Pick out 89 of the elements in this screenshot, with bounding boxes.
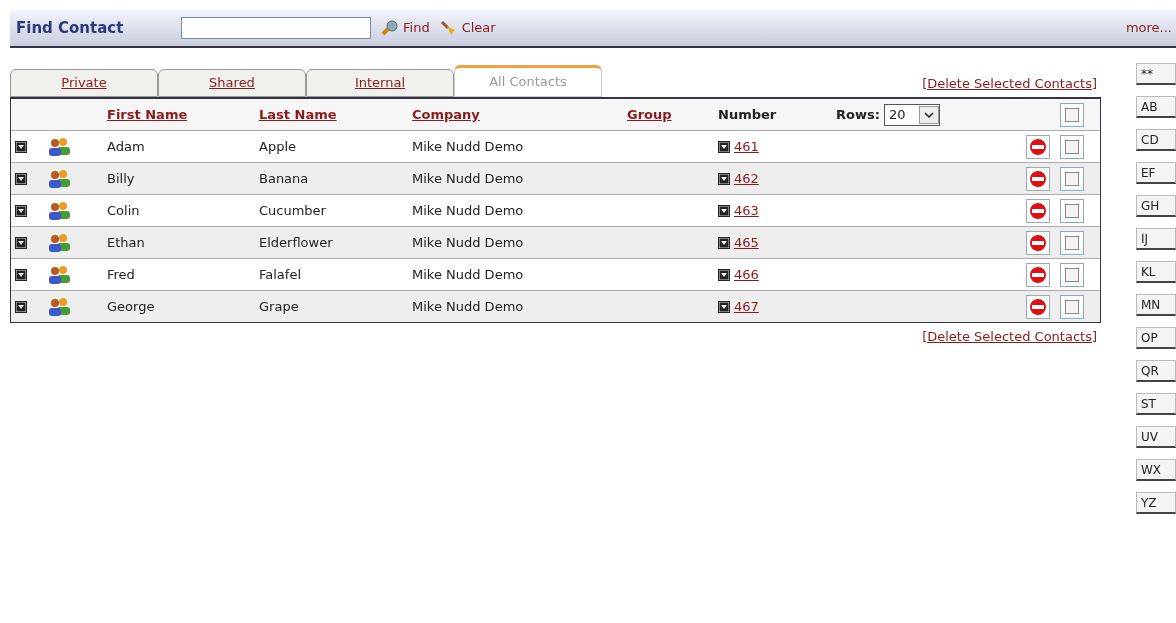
letter-filter-button[interactable]: ** — [1136, 63, 1176, 85]
letter-filter-button[interactable]: MN — [1136, 294, 1176, 316]
column-header: Number — [718, 105, 778, 124]
people-icon — [47, 264, 71, 285]
table-cell-text: Cucumber — [259, 201, 327, 220]
checkbox[interactable] — [1060, 134, 1084, 159]
number-link[interactable]: 467 — [734, 296, 759, 317]
table-cell-text: Colin — [107, 201, 141, 220]
number-link[interactable]: 462 — [734, 168, 759, 189]
rows-label: Rows: — [836, 105, 880, 124]
letter-filter-button[interactable]: UV — [1136, 426, 1176, 448]
checkbox[interactable] — [1060, 198, 1084, 223]
checkbox[interactable] — [1060, 294, 1084, 319]
number-link[interactable]: 466 — [734, 264, 759, 285]
table-cell-text: Billy — [107, 169, 136, 188]
clear-button[interactable]: Clear — [439, 18, 496, 38]
delete-icon[interactable] — [1026, 166, 1050, 191]
number-link[interactable]: 465 — [734, 232, 759, 253]
search-title: Find Contact — [16, 17, 125, 39]
broom-icon — [439, 20, 458, 36]
table-cell-text: Apple — [259, 137, 297, 156]
table-cell-text: Mike Nudd Demo — [412, 137, 525, 156]
delete-selected-link[interactable]: [Delete Selected Contacts] — [922, 73, 1097, 93]
tab[interactable]: Shared — [158, 69, 306, 97]
dropdown-arrow-icon[interactable] — [15, 236, 27, 249]
checkbox[interactable] — [1060, 230, 1084, 255]
table-cell-text: Mike Nudd Demo — [412, 233, 525, 252]
people-icon — [47, 232, 71, 253]
people-icon — [47, 168, 71, 189]
delete-icon[interactable] — [1026, 134, 1050, 159]
number-link[interactable]: 463 — [734, 200, 759, 221]
chevron-down-icon — [918, 105, 939, 124]
table-cell-text: Ethan — [107, 233, 146, 252]
dropdown-arrow-icon[interactable] — [15, 268, 27, 281]
delete-icon[interactable] — [1026, 294, 1050, 319]
letter-filter-button[interactable]: YZ — [1136, 492, 1176, 514]
delete-icon[interactable] — [1026, 198, 1050, 223]
people-icon — [47, 200, 71, 221]
checkbox[interactable] — [1060, 262, 1084, 287]
column-header-link[interactable]: Company — [412, 104, 627, 125]
letter-filter-button[interactable]: KL — [1136, 261, 1176, 283]
more-link[interactable]: more... — [1125, 18, 1172, 38]
magnifier-icon — [381, 20, 399, 36]
letter-filter-button[interactable]: IJ — [1136, 228, 1176, 250]
delete-icon[interactable] — [1026, 262, 1050, 287]
table-cell-text: Grape — [259, 297, 300, 316]
letter-filter-button[interactable]: OP — [1136, 327, 1176, 349]
search-field[interactable] — [181, 17, 371, 39]
dropdown-arrow-icon[interactable] — [15, 172, 27, 185]
delete-selected-link[interactable]: [Delete Selected Contacts] — [922, 327, 1097, 347]
tab[interactable]: Private — [10, 69, 158, 97]
letter-filter-button[interactable]: ST — [1136, 393, 1176, 415]
tab[interactable]: Internal — [306, 69, 454, 97]
checkbox[interactable] — [1060, 166, 1084, 191]
column-header-link[interactable]: Group — [627, 104, 718, 125]
rows-select[interactable]: 20 — [883, 103, 940, 126]
table-cell-text: Falafel — [259, 265, 302, 284]
column-header-link[interactable]: First Name — [107, 104, 259, 125]
dropdown-arrow-icon[interactable] — [718, 300, 730, 313]
table-cell-text: Banana — [259, 169, 310, 188]
dropdown-arrow-icon[interactable] — [718, 268, 730, 281]
table-cell-text: Elderflower — [259, 233, 334, 252]
letter-filter-button[interactable]: WX — [1136, 459, 1176, 481]
letter-filter-button[interactable]: AB — [1136, 96, 1176, 118]
number-link[interactable]: 461 — [734, 136, 759, 157]
dropdown-arrow-icon[interactable] — [15, 204, 27, 217]
letter-filter-button[interactable]: EF — [1136, 162, 1176, 184]
people-icon — [47, 136, 71, 157]
table-cell-text: Mike Nudd Demo — [412, 297, 525, 316]
dropdown-arrow-icon[interactable] — [718, 172, 730, 185]
dropdown-arrow-icon[interactable] — [15, 140, 27, 153]
dropdown-arrow-icon[interactable] — [718, 140, 730, 153]
table-cell-text: Mike Nudd Demo — [412, 169, 525, 188]
delete-icon[interactable] — [1026, 230, 1050, 255]
table-cell-text: Mike Nudd Demo — [412, 265, 525, 284]
table-cell-text: Mike Nudd Demo — [412, 201, 525, 220]
table-cell-text: Fred — [107, 265, 136, 284]
letter-filter-button[interactable]: GH — [1136, 195, 1176, 217]
checkbox[interactable] — [1060, 102, 1084, 127]
dropdown-arrow-icon[interactable] — [718, 204, 730, 217]
letter-filter-button[interactable]: CD — [1136, 129, 1176, 151]
table-cell-text: Adam — [107, 137, 146, 156]
find-button[interactable]: Find — [381, 18, 430, 38]
people-icon — [47, 296, 71, 317]
dropdown-arrow-icon[interactable] — [15, 300, 27, 313]
column-header-link[interactable]: Last Name — [259, 104, 412, 125]
table-cell-text: George — [107, 297, 156, 316]
dropdown-arrow-icon[interactable] — [718, 236, 730, 249]
letter-filter-button[interactable]: QR — [1136, 360, 1176, 382]
